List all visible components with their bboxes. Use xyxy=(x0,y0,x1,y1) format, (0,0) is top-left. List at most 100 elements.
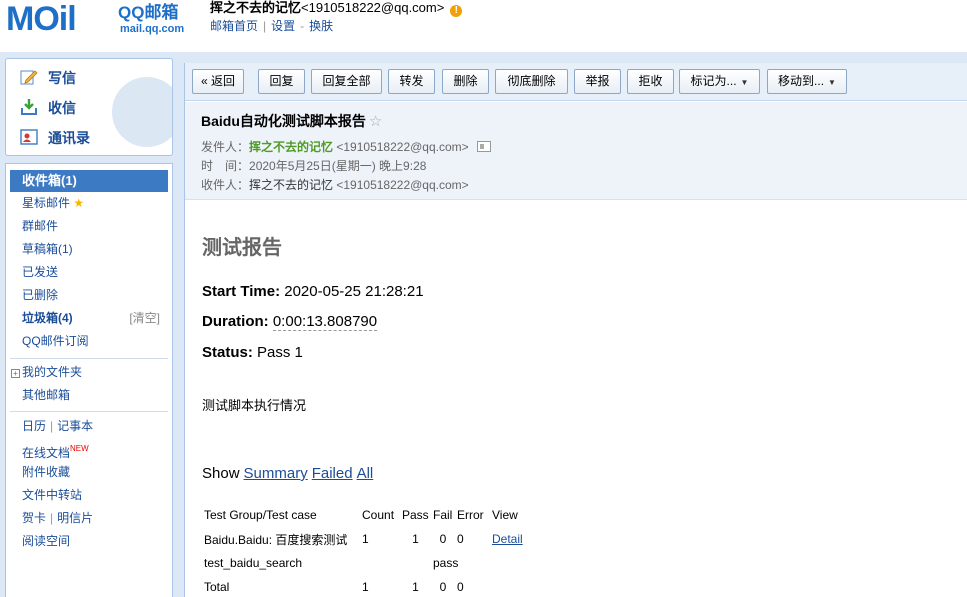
table-cell: 1 xyxy=(362,580,369,594)
time-row: 时 间：2020年5月25日(星期一) 晚上9:28 xyxy=(201,158,426,174)
table-cell: 1 xyxy=(412,532,419,546)
table-cell: 0 xyxy=(439,580,447,594)
show-all-link[interactable]: All xyxy=(357,465,374,482)
qq-mail-logo[interactable]: MOil QQ邮箱 mail.qq.com xyxy=(6,2,196,36)
recipient-label: 收件人： xyxy=(201,178,250,192)
link-skin[interactable]: 换肤 xyxy=(309,19,333,33)
duration-line: Duration: 0:00:13.808790 xyxy=(202,313,378,331)
table-cell: pass xyxy=(433,556,459,570)
greeting-card-link[interactable]: 贺卡 xyxy=(22,511,46,525)
duration-value: 0:00:13.808790 xyxy=(272,313,378,331)
receive-mail-button[interactable]: 收信 xyxy=(20,97,76,119)
pencil-icon xyxy=(20,68,38,86)
online-docs-label: 在线文档 xyxy=(22,446,71,460)
forward-button[interactable]: 转发 xyxy=(388,69,435,94)
show-summary-link[interactable]: Summary xyxy=(244,465,308,482)
table-header-row: Test Group/Test case Count Pass Fail Err… xyxy=(202,503,530,527)
folder-spam[interactable]: 垃圾箱(4) [清空] xyxy=(22,309,168,327)
star-outline-icon[interactable]: ☆ xyxy=(369,113,382,130)
reject-sender-button[interactable]: 拒收 xyxy=(627,69,674,94)
mark-as-dropdown[interactable]: 标记为... ▼ xyxy=(679,69,760,94)
status-line: Status: Pass 1 xyxy=(202,344,303,362)
star-icon: ★ xyxy=(73,196,85,210)
folder-deleted[interactable]: 已删除 xyxy=(22,286,58,304)
back-button[interactable]: « 返回 xyxy=(192,69,244,94)
sidebar-actions: 写信 收信 通讯录 xyxy=(5,58,173,156)
reply-button[interactable]: 回复 xyxy=(258,69,305,94)
header-cell: Fail xyxy=(433,508,453,522)
header-cell: View xyxy=(492,508,518,522)
address-book-icon xyxy=(20,128,38,146)
header-cell: Pass xyxy=(402,508,429,522)
report-title: 测试报告 xyxy=(202,237,282,259)
alert-icon[interactable]: ! xyxy=(450,5,463,17)
folder-qq-subscriptions[interactable]: QQ邮件订阅 xyxy=(22,332,89,350)
move-to-dropdown[interactable]: 移动到... ▼ xyxy=(767,69,847,94)
start-time-line: Start Time: 2020-05-25 21:28:21 xyxy=(202,283,424,301)
result-table: Test Group/Test case Count Pass Fail Err… xyxy=(202,503,530,597)
folder-my-folders[interactable]: + 我的文件夹 xyxy=(11,363,82,381)
sender-name[interactable]: 挥之不去的记忆 xyxy=(249,140,333,154)
folder-list: 收件箱(1) 星标邮件 ★ 群邮件 草稿箱(1) 已发送 已删除 垃圾箱(4) [… xyxy=(5,163,173,597)
header-cell: Error xyxy=(457,508,484,522)
penguin-decoration-icon xyxy=(112,77,172,147)
postcard-link[interactable]: 明信片 xyxy=(57,511,93,525)
expand-plus-icon[interactable]: + xyxy=(11,369,20,378)
user-info: 挥之不去的记忆<1910518222@qq.com>! xyxy=(210,0,463,17)
folder-starred[interactable]: 星标邮件 ★ xyxy=(22,194,84,212)
chevron-down-icon: ▼ xyxy=(828,78,836,87)
notepad-link[interactable]: 记事本 xyxy=(57,419,93,433)
recipient-address: <1910518222@qq.com> xyxy=(336,178,469,192)
contacts-label: 通讯录 xyxy=(48,130,90,146)
delete-button[interactable]: 删除 xyxy=(442,69,489,94)
status-value: Pass 1 xyxy=(257,344,303,361)
folder-drafts[interactable]: 草稿箱(1) xyxy=(22,240,73,258)
app-reading-space[interactable]: 阅读空间 xyxy=(22,532,70,550)
delete-forever-button[interactable]: 彻底删除 xyxy=(495,69,568,94)
table-cell: test_baidu_search xyxy=(204,556,303,570)
contact-card-icon[interactable] xyxy=(476,141,491,152)
folder-spam-label: 垃圾箱(4) xyxy=(22,311,73,325)
separator: | xyxy=(50,511,54,525)
mail-view: « 返回 回复 回复全部 转发 删除 彻底删除 举报 拒收 标记为... ▼ 移动… xyxy=(184,63,967,597)
table-cell xyxy=(490,551,530,575)
folder-sent[interactable]: 已发送 xyxy=(22,263,58,281)
recipient-name[interactable]: 挥之不去的记忆 xyxy=(249,178,333,192)
recipient-row: 收件人：挥之不去的记忆 <1910518222@qq.com> xyxy=(201,177,469,193)
report-spam-button[interactable]: 举报 xyxy=(574,69,621,94)
header-cell: Test Group/Test case xyxy=(204,508,317,522)
table-cell xyxy=(360,551,400,575)
show-failed-link[interactable]: Failed xyxy=(312,465,353,482)
write-mail-button[interactable]: 写信 xyxy=(20,67,76,89)
mail-toolbar: « 返回 回复 回复全部 转发 删除 彻底删除 举报 拒收 标记为... ▼ 移动… xyxy=(185,63,967,101)
table-cell xyxy=(400,551,431,575)
table-row: Baidu.Baidu: 百度搜索测试 1 1 0 0 Detail xyxy=(202,527,530,551)
table-row: Total 1 1 0 0 xyxy=(202,575,530,597)
link-mail-home[interactable]: 邮箱首页 xyxy=(210,19,258,33)
detail-link[interactable]: Detail xyxy=(492,532,523,546)
execution-description: 测试脚本执行情况 xyxy=(202,398,307,413)
table-cell: Detail xyxy=(490,527,530,551)
contacts-button[interactable]: 通讯录 xyxy=(20,127,90,149)
table-cell: 1 xyxy=(362,532,369,546)
app-online-docs[interactable]: 在线文档NEW xyxy=(22,440,89,462)
write-mail-label: 写信 xyxy=(48,70,76,86)
reply-all-button[interactable]: 回复全部 xyxy=(311,69,382,94)
logo-mail-text: MOil xyxy=(6,0,77,38)
table-row: test_baidu_search pass xyxy=(202,551,530,575)
app-attachments[interactable]: 附件收藏 xyxy=(22,463,70,481)
folder-divider xyxy=(10,411,168,412)
folder-other-mailbox[interactable]: 其他邮箱 xyxy=(22,386,70,404)
user-email: <1910518222@qq.com> xyxy=(301,0,445,15)
folder-inbox[interactable]: 收件箱(1) xyxy=(10,170,168,192)
app-file-transfer[interactable]: 文件中转站 xyxy=(22,486,82,504)
link-settings[interactable]: 设置 xyxy=(271,19,295,33)
calendar-link[interactable]: 日历 xyxy=(22,419,46,433)
time-value: 2020年5月25日(星期一) 晚上9:28 xyxy=(249,159,427,173)
move-to-label: 移动到... xyxy=(778,74,825,88)
mail-header: Baidu自动化测试脚本报告 ☆ 发件人：挥之不去的记忆 <1910518222@… xyxy=(185,102,967,200)
subject-text: Baidu自动化测试脚本报告 xyxy=(201,113,366,129)
table-cell: 1 xyxy=(412,580,419,594)
folder-group-mail[interactable]: 群邮件 xyxy=(22,217,58,235)
clear-spam-link[interactable]: [清空] xyxy=(129,309,160,327)
